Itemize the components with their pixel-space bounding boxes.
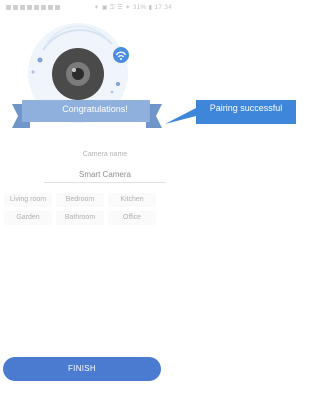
camera-name-input[interactable] [44,166,166,183]
room-option-living-room[interactable]: Living room [4,193,52,207]
camera-icon [52,48,104,100]
room-option-office[interactable]: Office [108,211,156,225]
wifi-icon [113,47,129,63]
room-option-bedroom[interactable]: Bedroom [56,193,104,207]
room-option-garden[interactable]: Garden [4,211,52,225]
camera-name-label: Camera name [82,151,128,158]
finish-button[interactable]: FINISH [3,357,161,381]
room-options: Living room Bedroom Kitchen Garden Bathr… [4,193,156,225]
room-option-bathroom[interactable]: Bathroom [56,211,104,225]
room-option-kitchen[interactable]: Kitchen [108,193,156,207]
congratulations-text: Congratulations! [62,104,128,114]
pairing-successful-text: Pairing successful [209,103,283,113]
pairing-illustration [12,23,296,128]
